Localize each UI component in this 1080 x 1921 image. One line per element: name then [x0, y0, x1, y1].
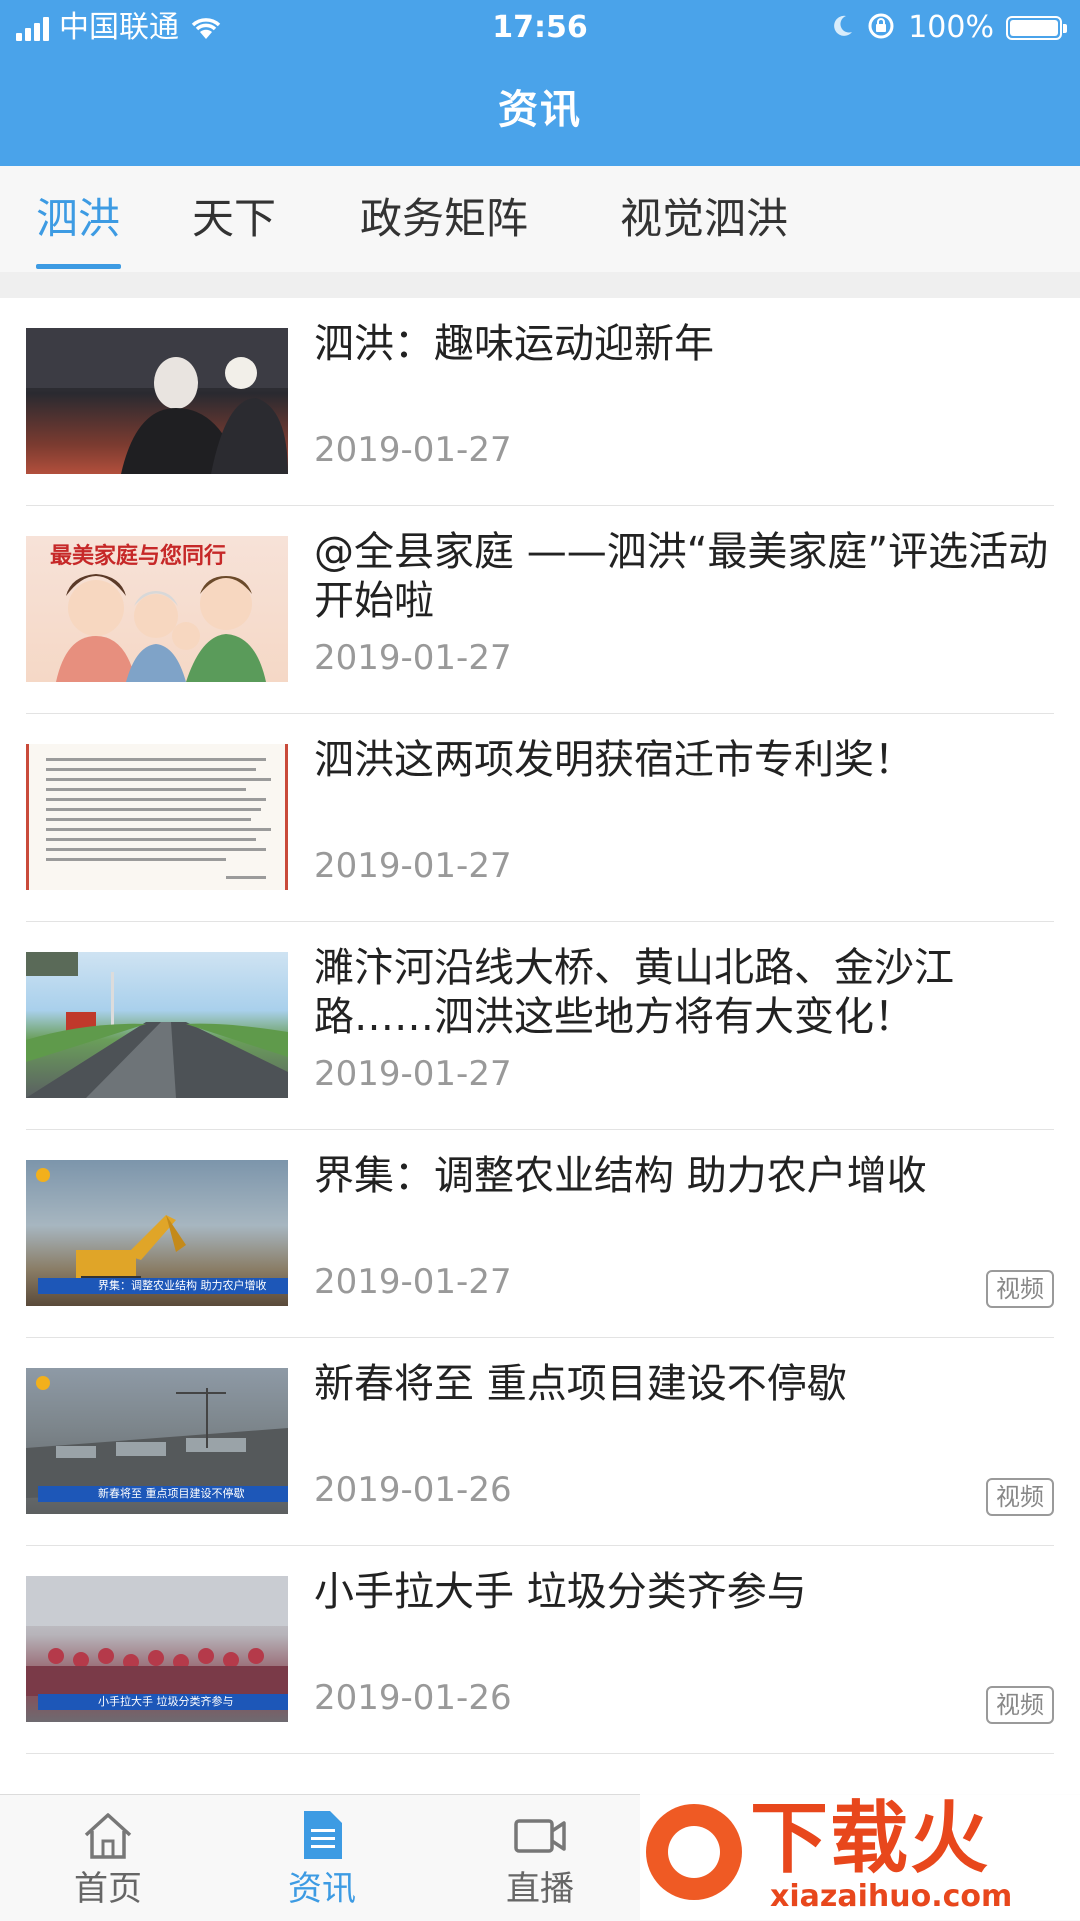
news-list: 泗洪：趣味运动迎新年 2019-01-27 最美家庭与您同行 @全县家庭 ——泗…: [0, 298, 1080, 1754]
nav-home-label: 首页: [74, 1869, 142, 1909]
tab-visual-sihong[interactable]: 视觉泗洪: [620, 166, 788, 272]
list-item[interactable]: 小手拉大手 垃圾分类齐参与 小手拉大手 垃圾分类齐参与 2019-01-26 视…: [0, 1546, 1080, 1754]
video-badge: 视频: [986, 1270, 1054, 1308]
nav-live-label: 直播: [506, 1869, 574, 1909]
list-item[interactable]: 新春将至 重点项目建设不停歇 新春将至 重点项目建设不停歇 2019-01-26…: [0, 1338, 1080, 1546]
news-date: 2019-01-27: [314, 638, 512, 678]
moon-icon: [832, 14, 854, 42]
status-bar: 中国联通 17:56 100%: [0, 0, 1080, 56]
news-thumbnail: 最美家庭与您同行: [26, 536, 288, 682]
rotation-lock-icon: [866, 11, 896, 45]
news-thumbnail: [26, 744, 288, 890]
list-item[interactable]: 濉汴河沿线大桥、黄山北路、金沙江路……泗洪这些地方将有大变化！ 2019-01-…: [0, 922, 1080, 1130]
news-date: 2019-01-27: [314, 846, 512, 886]
nav-live[interactable]: 直播: [440, 1795, 640, 1921]
video-camera-icon: [514, 1819, 566, 1853]
watermark: 下载火 xiazaihuo.com: [640, 1780, 1080, 1920]
nav-news[interactable]: 资讯: [222, 1795, 422, 1921]
active-tab-indicator: [36, 264, 121, 269]
video-badge: 视频: [986, 1478, 1054, 1516]
news-title: 小手拉大手 垃圾分类齐参与: [314, 1569, 807, 1615]
watermark-text: 下载火: [750, 1794, 991, 1884]
tab-government-matrix[interactable]: 政务矩阵: [360, 166, 528, 272]
page-title: 资讯: [498, 87, 582, 133]
news-title: 界集：调整农业结构 助力农户增收: [314, 1153, 927, 1199]
list-item[interactable]: 界集：调整农业结构 助力农户增收 界集：调整农业结构 助力农户增收 2019-0…: [0, 1130, 1080, 1338]
news-date: 2019-01-26: [314, 1470, 512, 1510]
news-date: 2019-01-26: [314, 1678, 512, 1718]
battery-icon: [1006, 16, 1067, 40]
video-caption-bar: 小手拉大手 垃圾分类齐参与: [38, 1694, 288, 1710]
list-item[interactable]: 泗洪这两项发明获宿迁市专利奖！ 2019-01-27: [0, 714, 1080, 922]
nav-home[interactable]: 首页: [8, 1795, 208, 1921]
video-badge: 视频: [986, 1686, 1054, 1724]
divider: [26, 1753, 1054, 1754]
news-title: 泗洪这两项发明获宿迁市专利奖！: [314, 737, 914, 783]
watermark-logo-icon: [646, 1804, 742, 1900]
list-item[interactable]: 最美家庭与您同行 @全县家庭 ——泗洪“最美家庭”评选活动开始啦 2019-01…: [0, 506, 1080, 714]
news-title: 新春将至 重点项目建设不停歇: [314, 1361, 847, 1407]
tab-sihong[interactable]: 泗洪: [36, 166, 120, 272]
news-thumbnail: [26, 952, 288, 1098]
news-title: @全县家庭 ——泗洪“最美家庭”评选活动开始啦: [314, 529, 1049, 624]
battery-percent: 100%: [908, 10, 994, 45]
home-icon: [84, 1813, 132, 1859]
video-caption-bar: 新春将至 重点项目建设不停歇: [38, 1486, 288, 1502]
news-date: 2019-01-27: [314, 1054, 512, 1094]
watermark-url: xiazaihuo.com: [770, 1879, 1013, 1914]
news-thumbnail: [26, 328, 288, 474]
tab-world[interactable]: 天下: [192, 166, 276, 272]
nav-news-label: 资讯: [288, 1869, 356, 1909]
document-icon: [304, 1811, 342, 1859]
category-tabs: 泗洪 天下 政务矩阵 视觉泗洪: [0, 166, 1080, 273]
video-thumbnail: 小手拉大手 垃圾分类齐参与: [26, 1576, 288, 1722]
news-title: 泗洪：趣味运动迎新年: [314, 321, 714, 367]
news-title: 濉汴河沿线大桥、黄山北路、金沙江路……泗洪这些地方将有大变化！: [314, 945, 954, 1040]
list-item[interactable]: 泗洪：趣味运动迎新年 2019-01-27: [0, 298, 1080, 506]
news-date: 2019-01-27: [314, 430, 512, 470]
news-date: 2019-01-27: [314, 1262, 512, 1302]
video-thumbnail: 新春将至 重点项目建设不停歇: [26, 1368, 288, 1514]
video-caption-bar: 界集：调整农业结构 助力农户增收: [38, 1278, 288, 1294]
separator: [0, 272, 1080, 298]
app-header: 中国联通 17:56 100% 资讯: [0, 0, 1080, 166]
video-thumbnail: 界集：调整农业结构 助力农户增收: [26, 1160, 288, 1306]
